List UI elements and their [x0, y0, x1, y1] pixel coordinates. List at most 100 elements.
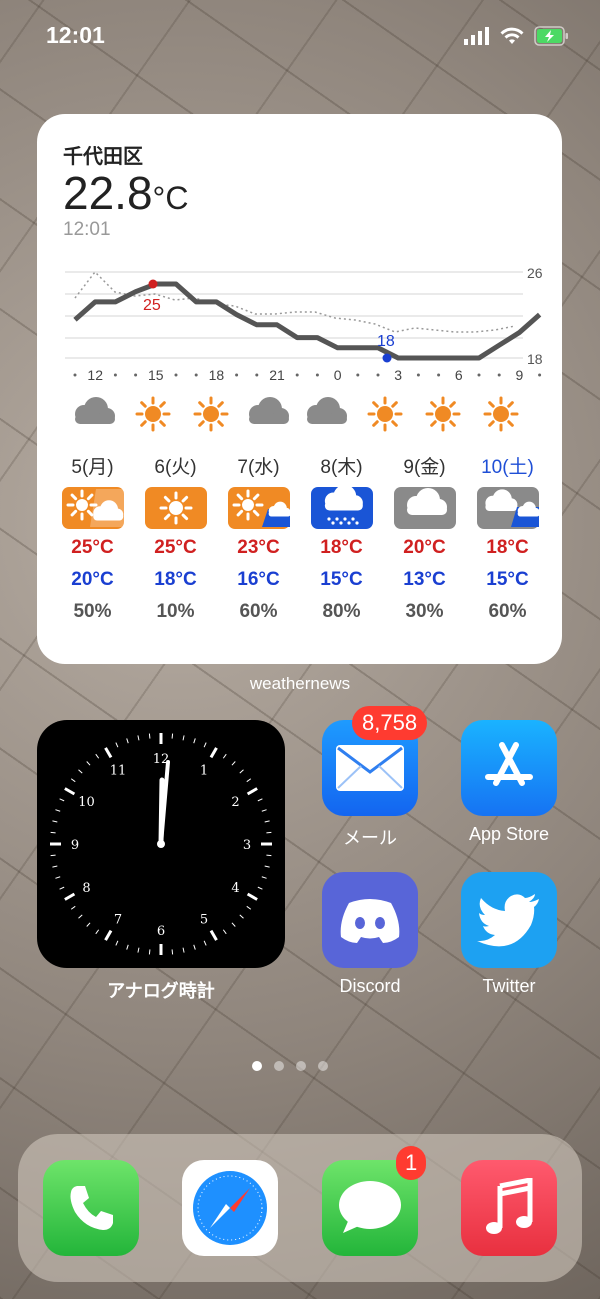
day-day: 10(土) — [481, 457, 534, 478]
day-day: 7(水) — [237, 457, 280, 478]
hour-tick-label: 12 — [87, 367, 103, 383]
day-pop: 30% — [405, 601, 444, 622]
high-marker-label: 25 — [143, 297, 161, 314]
hourly-icons — [75, 396, 519, 432]
day-pop: 80% — [322, 601, 361, 622]
music-app-icon[interactable] — [461, 1160, 557, 1256]
day-low: 15°C — [320, 569, 363, 590]
hour-tick-label: 0 — [334, 367, 342, 383]
day-low: 13°C — [403, 569, 446, 590]
day-low: 15°C — [486, 569, 529, 590]
clock-face: 121234567891011 — [49, 732, 273, 956]
page-dot-active[interactable] — [252, 1061, 262, 1071]
twitter-app-icon[interactable] — [461, 872, 557, 968]
app-store-a-icon — [485, 742, 533, 786]
day-low: 18°C — [154, 569, 197, 590]
twitter-label: Twitter — [482, 976, 536, 996]
app-store-label: App Store — [468, 824, 550, 844]
analog-clock-label: アナログ時計 — [107, 981, 215, 1001]
envelope-icon — [336, 745, 404, 791]
dock-music[interactable] — [461, 1160, 557, 1256]
clock-tick — [171, 949, 174, 955]
day-day: 9(金) — [403, 457, 446, 478]
hour-tick-dot — [315, 373, 319, 377]
low-marker — [382, 353, 392, 363]
sun-icon — [367, 396, 403, 432]
discord-app-icon[interactable] — [322, 872, 418, 968]
clock-number: 5 — [200, 912, 208, 927]
day-pop: 60% — [488, 601, 527, 622]
hour-tick-label: 15 — [148, 367, 164, 383]
app-store-icon[interactable] — [461, 720, 557, 816]
day-high: 25°C — [71, 537, 114, 558]
hour-tick-dot — [538, 373, 542, 377]
page-dot[interactable] — [296, 1061, 306, 1071]
mail-badge: 8,758 — [352, 706, 428, 740]
safari-app-icon[interactable] — [182, 1160, 278, 1256]
hour-tick-dot — [174, 373, 178, 377]
weather-widget[interactable]: 千代田区 22.8°C 12:01 26 18 25 18 12 15 18 21 0 3… — [37, 114, 562, 664]
sun-icon — [193, 396, 229, 432]
app-discord[interactable]: Discord — [322, 872, 418, 997]
clock-tick — [266, 854, 272, 857]
day-day: 5(月) — [71, 457, 114, 478]
low-marker-label: 18 — [377, 333, 395, 350]
clock-tick — [50, 854, 56, 857]
clock-number: 7 — [114, 912, 122, 927]
discord-logo-icon — [340, 899, 400, 943]
hour-tick-dot — [113, 373, 117, 377]
dock-phone[interactable] — [43, 1160, 139, 1256]
y-axis-top-label: 26 — [527, 265, 543, 281]
discord-label: Discord — [339, 976, 401, 996]
hour-tick-dot — [235, 373, 239, 377]
day-labels-row: 5(月) 6(火) 7(水) 8(木) 9(金) 10(土) — [51, 452, 551, 484]
messages-badge: 1 — [396, 1146, 427, 1180]
app-mail[interactable]: 8,758 メール — [322, 706, 428, 850]
dock: 1 — [18, 1134, 582, 1282]
hour-tick-dot — [356, 373, 360, 377]
phone-app-icon[interactable] — [43, 1160, 139, 1256]
day-high: 20°C — [403, 537, 446, 558]
status-icons — [464, 26, 570, 46]
clock-number: 10 — [78, 795, 95, 810]
hour-axis: 12 15 18 21 0 3 6 9 — [73, 367, 542, 383]
dock-safari[interactable] — [182, 1160, 278, 1256]
hour-tick-dot — [497, 373, 501, 377]
hour-tick-dot — [376, 373, 380, 377]
day-highs-row: 25°C 25°C 23°C 18°C 20°C 18°C — [51, 532, 551, 564]
page-indicator[interactable] — [252, 1061, 328, 1071]
app-twitter[interactable]: Twitter — [461, 872, 557, 997]
day-high: 23°C — [237, 537, 280, 558]
hour-tick-dot — [477, 373, 481, 377]
day-lows-row: 20°C 18°C 16°C 15°C 13°C 15°C — [51, 564, 551, 596]
weather-cloud-icon — [383, 484, 466, 532]
hour-tick-dot — [437, 373, 441, 377]
weather-widget-caption: weathernews — [249, 674, 351, 693]
weather-sun-cloud-icon — [51, 484, 134, 532]
day-high: 25°C — [154, 537, 197, 558]
clock-tick — [50, 831, 56, 834]
twitter-bird-icon — [477, 894, 539, 947]
day-high: 18°C — [486, 537, 529, 558]
hour-tick-dot — [255, 373, 259, 377]
hour-tick-dot — [194, 373, 198, 377]
dock-messages[interactable]: 1 — [322, 1146, 427, 1256]
clock-tick — [171, 733, 174, 739]
wifi-icon — [500, 27, 524, 44]
status-bar: 12:01 — [0, 0, 600, 72]
clock-number: 3 — [243, 838, 251, 853]
page-dot[interactable] — [274, 1061, 284, 1071]
hour-tick-dot — [134, 373, 138, 377]
analog-clock-widget[interactable]: 12 1 2 3 4 5 6 7 8 9 10 11 — [37, 720, 285, 968]
day-low: 20°C — [71, 569, 114, 590]
clock-tick — [266, 831, 272, 834]
daily-forecast: 5(月) 6(火) 7(水) 8(木) 9(金) 10(土) 25°C 25°C 23°C 18… — [51, 452, 551, 628]
hourly-temperature-graph: 26 18 25 18 12 15 18 21 0 3 6 9 — [65, 265, 543, 432]
app-app-store[interactable]: App Store — [461, 720, 557, 845]
weather-cloud-rain-icon — [466, 484, 549, 532]
high-marker — [148, 279, 158, 289]
mail-label: メール — [343, 828, 397, 848]
hour-tick-dot — [416, 373, 420, 377]
clock-number: 2 — [231, 795, 239, 810]
page-dot[interactable] — [318, 1061, 328, 1071]
